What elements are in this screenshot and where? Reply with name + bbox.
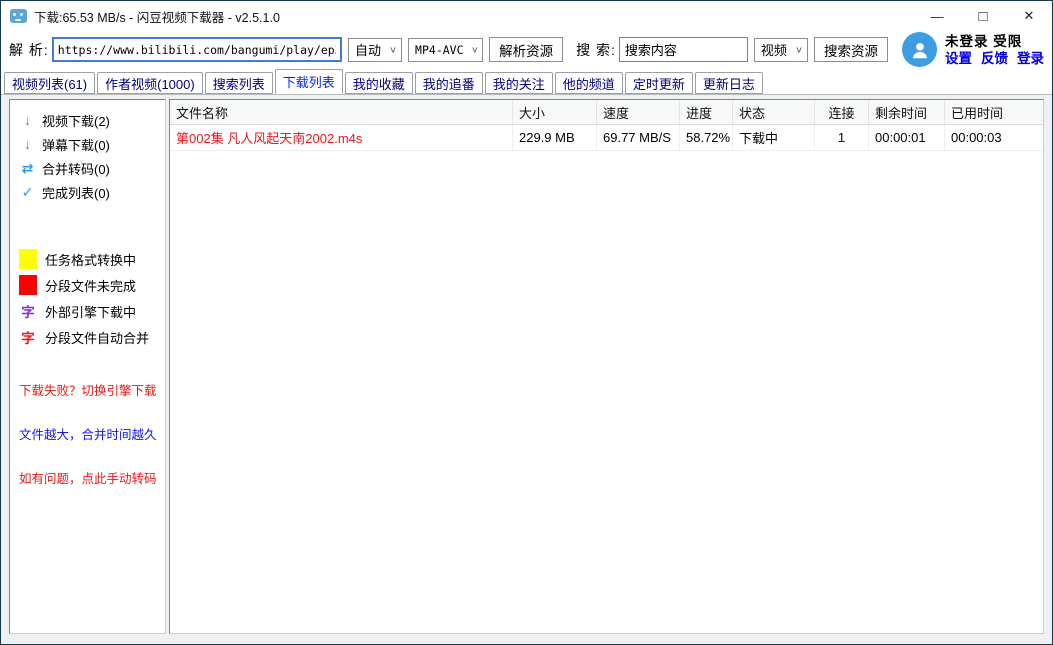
sidebar-item-danmaku-download[interactable]: ↓ 弹幕下载(0) (19, 132, 165, 156)
tab-video-list[interactable]: 视频列表(61) (4, 72, 95, 94)
close-button[interactable]: ✕ (1006, 1, 1052, 31)
hint-merge-time: 文件越大，合并时间越久 (19, 424, 165, 443)
legend-external-engine: 字 外部引擎下载中 (19, 298, 165, 324)
format-select-value: MP4-AVC (415, 43, 463, 57)
col-remaining-time[interactable]: 剩余时间 (869, 100, 945, 124)
tab-search-list[interactable]: 搜索列表 (205, 72, 273, 94)
parse-label: 解 析: (9, 40, 49, 60)
toolbar: 解 析: 自动 ∨ MP4-AVC ∨ 解析资源 搜 索: 视频 ∨ 搜索资源 (1, 31, 1052, 68)
red-char-icon: 字 (19, 327, 37, 347)
hint-manual-transcode[interactable]: 如有问题，点此手动转码 (19, 468, 165, 487)
account-text: 未登录 受限 设置 反馈 登录 (945, 33, 1044, 67)
tab-author-videos[interactable]: 作者视频(1000) (97, 72, 203, 94)
col-progress[interactable]: 进度 (680, 100, 733, 124)
chevron-down-icon: ∨ (787, 44, 803, 54)
mode-select-value: 自动 (355, 40, 381, 59)
download-icon: ↓ (19, 136, 36, 152)
col-filename[interactable]: 文件名称 (170, 100, 513, 124)
app-window: 下载:65.53 MB/s - 闪豆视频下载器 - v2.5.1.0 — □ ✕… (0, 0, 1053, 645)
col-status[interactable]: 状态 (733, 100, 815, 124)
account-area: 未登录 受限 设置 反馈 登录 (902, 32, 1044, 67)
search-type-select[interactable]: 视频 ∨ (754, 38, 808, 62)
main-content: ↓ 视频下载(2) ↓ 弹幕下载(0) ⇄ 合并转码(0) ✓ 完成列表(0) … (1, 94, 1052, 644)
cell-speed: 69.77 MB/S (597, 125, 680, 150)
window-controls: — □ ✕ (914, 1, 1052, 31)
col-elapsed-time[interactable]: 已用时间 (945, 100, 1043, 124)
settings-link[interactable]: 设置 (945, 50, 972, 67)
download-table: 文件名称 大小 速度 进度 状态 连接 剩余时间 已用时间 第002集 凡人风起… (169, 99, 1044, 634)
sidebar-item-merge-transcode[interactable]: ⇄ 合并转码(0) (19, 156, 165, 180)
window-title: 下载:65.53 MB/s - 闪豆视频下载器 - v2.5.1.0 (34, 7, 280, 26)
table-header: 文件名称 大小 速度 进度 状态 连接 剩余时间 已用时间 (170, 100, 1043, 125)
hint-switch-engine[interactable]: 下载失败？切换引擎下载 (19, 380, 165, 399)
tab-my-favorites[interactable]: 我的收藏 (345, 72, 413, 94)
search-label: 搜 索: (576, 40, 616, 60)
swap-arrows-icon: ⇄ (19, 160, 36, 177)
sidebar: ↓ 视频下载(2) ↓ 弹幕下载(0) ⇄ 合并转码(0) ✓ 完成列表(0) … (9, 99, 166, 634)
download-icon: ↓ (19, 112, 36, 128)
tab-my-follows[interactable]: 我的关注 (485, 72, 553, 94)
login-status: 未登录 受限 (945, 33, 1044, 50)
tab-strip: 视频列表(61) 作者视频(1000) 搜索列表 下载列表 我的收藏 我的追番 … (1, 68, 1052, 94)
parse-resource-button[interactable]: 解析资源 (489, 37, 563, 62)
search-type-value: 视频 (761, 40, 787, 59)
tab-download-list[interactable]: 下载列表 (275, 69, 343, 94)
sidebar-item-video-download[interactable]: ↓ 视频下载(2) (19, 108, 165, 132)
parse-url-input[interactable] (52, 37, 342, 62)
maximize-button[interactable]: □ (960, 1, 1006, 31)
col-size[interactable]: 大小 (513, 100, 597, 124)
hints: 下载失败？切换引擎下载 文件越大，合并时间越久 如有问题，点此手动转码 (19, 380, 165, 487)
legend-segment-incomplete: 分段文件未完成 (19, 272, 165, 298)
login-link[interactable]: 登录 (1017, 50, 1044, 67)
check-icon: ✓ (19, 184, 36, 201)
cell-filename: 第002集 凡人风起天南2002.m4s (170, 125, 513, 150)
search-resource-button[interactable]: 搜索资源 (814, 37, 888, 62)
title-bar: 下载:65.53 MB/s - 闪豆视频下载器 - v2.5.1.0 — □ ✕ (1, 1, 1052, 31)
cell-connections: 1 (815, 125, 869, 150)
cell-elapsed-time: 00:00:03 (945, 125, 1043, 150)
yellow-swatch-icon (19, 249, 37, 269)
chevron-down-icon: ∨ (464, 44, 479, 54)
legend-converting: 任务格式转换中 (19, 246, 165, 272)
minimize-button[interactable]: — (914, 1, 960, 31)
account-links: 设置 反馈 登录 (945, 50, 1044, 67)
cell-remaining-time: 00:00:01 (869, 125, 945, 150)
mode-select[interactable]: 自动 ∨ (348, 38, 402, 62)
col-speed[interactable]: 速度 (597, 100, 680, 124)
col-connections[interactable]: 连接 (815, 100, 869, 124)
tab-his-channel[interactable]: 他的频道 (555, 72, 623, 94)
cell-size: 229.9 MB (513, 125, 597, 150)
red-swatch-icon (19, 275, 37, 295)
purple-char-icon: 字 (19, 301, 37, 321)
cell-status: 下载中 (733, 125, 815, 150)
search-input[interactable] (619, 37, 748, 62)
tab-changelog[interactable]: 更新日志 (695, 72, 763, 94)
chevron-down-icon: ∨ (381, 44, 397, 54)
app-icon (10, 9, 27, 23)
tab-my-bangumi[interactable]: 我的追番 (415, 72, 483, 94)
cell-progress: 58.72% (680, 125, 733, 150)
person-icon (909, 39, 931, 61)
feedback-link[interactable]: 反馈 (981, 50, 1008, 67)
user-avatar-icon[interactable] (902, 32, 937, 67)
legend-auto-merge: 字 分段文件自动合并 (19, 324, 165, 350)
table-row[interactable]: 第002集 凡人风起天南2002.m4s 229.9 MB 69.77 MB/S… (170, 125, 1043, 151)
status-legend: 任务格式转换中 分段文件未完成 字 外部引擎下载中 字 分段文件自动合并 (19, 246, 165, 350)
sidebar-item-completed-list[interactable]: ✓ 完成列表(0) (19, 180, 165, 204)
tab-scheduled-update[interactable]: 定时更新 (625, 72, 693, 94)
format-select[interactable]: MP4-AVC ∨ (408, 38, 483, 62)
